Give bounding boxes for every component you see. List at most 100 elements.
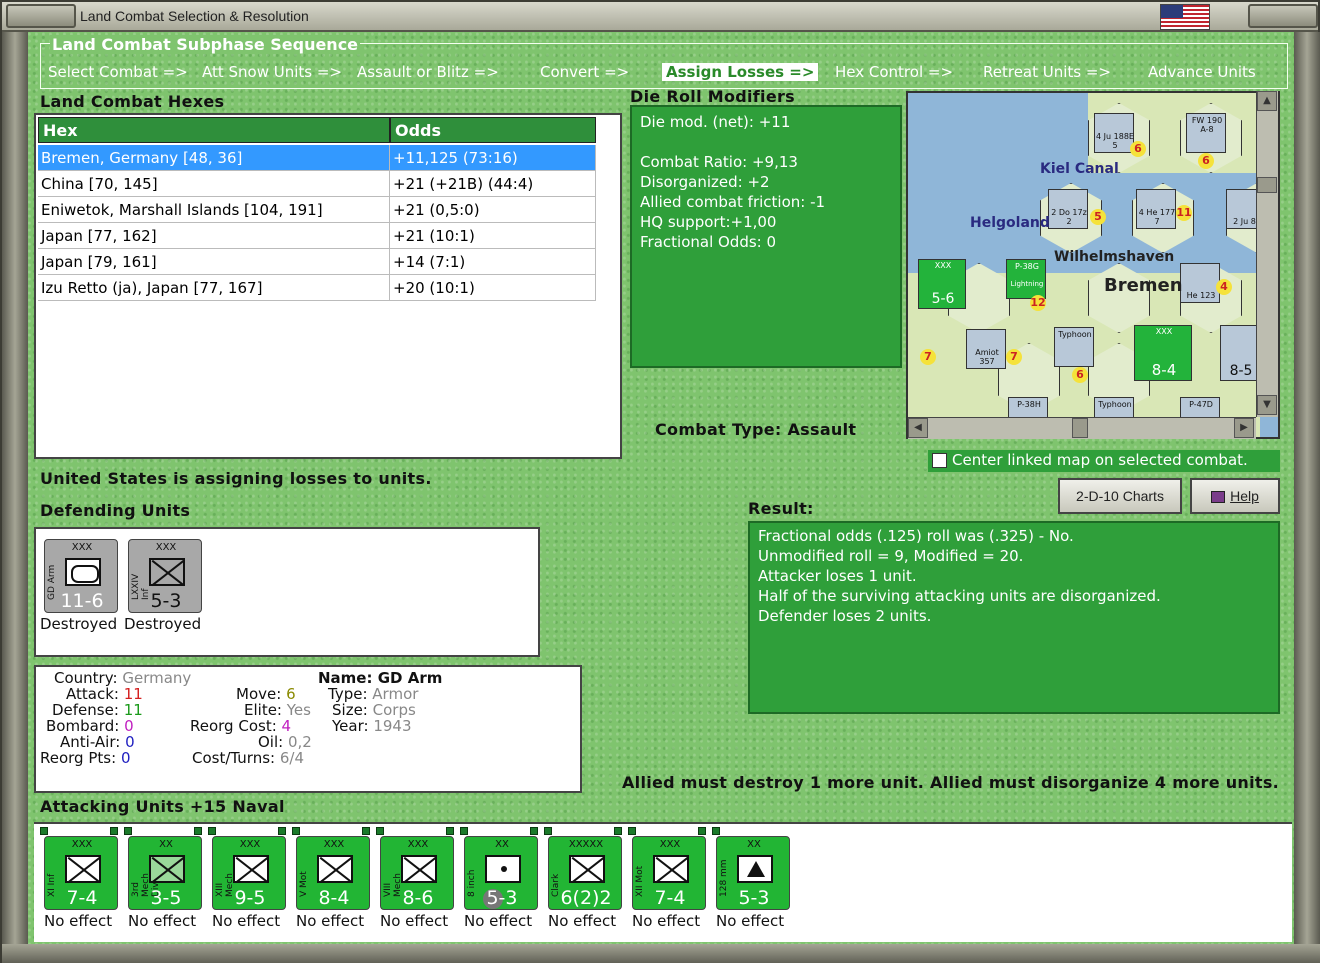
- hex-cell: Japan [79, 161]: [38, 249, 390, 275]
- defending-units-title: Defending Units: [40, 501, 191, 520]
- map-marker: 6: [1130, 141, 1146, 157]
- odds-cell: +21 (+21B) (44:4): [390, 171, 596, 197]
- unit-pin: [110, 827, 118, 835]
- attacking-unit-128-mm[interactable]: XX 128 mm 5-3: [716, 836, 790, 910]
- system-menu-button[interactable]: [6, 4, 76, 28]
- linked-map[interactable]: 4 Ju 188E 5 FW 190 A-8 2 Do 17z 2 4 He 1…: [906, 91, 1280, 439]
- scroll-thumb[interactable]: [1072, 418, 1088, 438]
- subphase-sequence-title: Land Combat Subphase Sequence: [50, 35, 361, 54]
- map-unit-label: 2 Do 17z 2: [1051, 208, 1087, 226]
- seq-att-snow-units[interactable]: Att Snow Units =>: [202, 63, 342, 81]
- unit-size: XXX: [71, 839, 93, 850]
- unit-pin: [40, 827, 48, 835]
- table-row[interactable]: Bremen, Germany [48, 36] +11,125 (73:16): [38, 145, 596, 171]
- hq-icon: [569, 855, 605, 883]
- column-header-odds[interactable]: Odds: [390, 117, 596, 143]
- map-horizontal-scrollbar[interactable]: ◀ ▶: [908, 417, 1256, 439]
- defending-unit-lxxiv-inf[interactable]: XXX LXXIV Inf 5-3: [128, 539, 202, 613]
- map-unit-amiot[interactable]: Amiot 357: [966, 329, 1006, 369]
- seq-select-combat[interactable]: Select Combat =>: [48, 63, 188, 81]
- map-unit-label: P-47D: [1189, 400, 1213, 409]
- reorg-pts-row: Reorg Pts: 0: [40, 749, 130, 767]
- center-map-label: Center linked map on selected combat.: [952, 451, 1248, 469]
- hex-cell: China [70, 145]: [38, 171, 390, 197]
- map-unit-label: XXX: [934, 261, 952, 270]
- unit-size: XXX: [659, 839, 681, 850]
- seq-convert[interactable]: Convert =>: [540, 63, 629, 81]
- center-map-checkbox[interactable]: [932, 453, 947, 468]
- scroll-left-button[interactable]: ◀: [908, 418, 928, 438]
- scroll-up-button[interactable]: ▲: [1257, 91, 1277, 111]
- map-marker: 7: [1006, 349, 1022, 365]
- hq-support: HQ support:+1,00: [640, 213, 777, 231]
- scroll-down-button[interactable]: ▼: [1257, 395, 1277, 415]
- attacking-unit-8-inch[interactable]: XX 8 inch 5-3: [464, 836, 538, 910]
- year-value: 1943: [373, 717, 412, 735]
- map-unit-fw190[interactable]: FW 190 A-8: [1186, 113, 1226, 153]
- frame-left: [2, 32, 28, 963]
- reorg-pts-value: 0: [120, 749, 131, 767]
- artillery-icon: [485, 855, 521, 883]
- unit-status: Destroyed: [40, 615, 118, 633]
- seq-retreat-units[interactable]: Retreat Units =>: [983, 63, 1111, 81]
- help-button[interactable]: Help: [1190, 478, 1280, 514]
- seq-assault-or-blitz[interactable]: Assault or Blitz =>: [357, 63, 499, 81]
- attacking-unit-viii-mech[interactable]: XXX VIII Mech 8-6: [380, 836, 454, 910]
- center-map-option[interactable]: Center linked map on selected combat.: [928, 450, 1280, 472]
- year-row: Year: 1943: [332, 717, 412, 735]
- attacking-unit-xiii-mech[interactable]: XXX XIII Mech 9-5: [212, 836, 286, 910]
- map-unit-label: P-38G: [1015, 262, 1039, 271]
- map-unit-he177[interactable]: 4 He 177 7: [1136, 189, 1176, 229]
- map-unit-ju188[interactable]: 4 Ju 188E 5: [1094, 113, 1134, 153]
- map-town-kiel-canal: Kiel Canal: [1040, 161, 1119, 177]
- attacking-unit-3rd-mech-div[interactable]: XX 3rd Mech Div 3-5: [128, 836, 202, 910]
- scroll-right-button[interactable]: ▶: [1234, 418, 1254, 438]
- table-row[interactable]: Japan [79, 161] +14 (7:1): [38, 249, 596, 275]
- unit-pin: [292, 827, 300, 835]
- unit-status: No effect: [128, 912, 197, 930]
- unit-size: XXX: [407, 839, 429, 850]
- map-unit-i-mech[interactable]: 8-5: [1220, 325, 1260, 381]
- defending-unit-gd-arm[interactable]: XXX GD Arm 11-6: [44, 539, 118, 613]
- map-unit-do17[interactable]: 2 Do 17z 2: [1048, 189, 1088, 229]
- table-row[interactable]: China [70, 145] +21 (+21B) (44:4): [38, 171, 596, 197]
- land-combat-hexes-table[interactable]: Hex Odds Bremen, Germany [48, 36] +11,12…: [34, 113, 622, 459]
- seq-advance-units[interactable]: Advance Units: [1148, 63, 1256, 81]
- hex-cell: Japan [77, 162]: [38, 223, 390, 249]
- unit-pin: [530, 827, 538, 835]
- map-unit-label: FW 190 A-8: [1191, 116, 1223, 134]
- column-header-hex[interactable]: Hex: [38, 117, 390, 143]
- unit-size: XX: [747, 839, 761, 850]
- attacking-unit-xi-inf[interactable]: XXX XI Inf 7-4: [44, 836, 118, 910]
- seq-assign-losses[interactable]: Assign Losses =>: [662, 63, 819, 81]
- table-row[interactable]: Izu Retto (ja), Japan [77, 167] +20 (10:…: [38, 275, 596, 301]
- map-marker: 12: [1030, 295, 1046, 311]
- scroll-thumb[interactable]: [1257, 177, 1277, 193]
- table-row[interactable]: Japan [77, 162] +21 (10:1): [38, 223, 596, 249]
- mech-icon: [149, 855, 185, 883]
- table-row[interactable]: Eniwetok, Marshall Islands [104, 191] +2…: [38, 197, 596, 223]
- unit-pin: [446, 827, 454, 835]
- attacking-unit-v-mot[interactable]: XXX V Mot 8-4: [296, 836, 370, 910]
- motorized-icon: [653, 855, 689, 883]
- attacking-unit-xii-mot[interactable]: XXX XII Mot 7-4: [632, 836, 706, 910]
- charts-button[interactable]: 2-D-10 Charts: [1058, 478, 1182, 514]
- unit-pin: [278, 827, 286, 835]
- map-unit-typhoon[interactable]: Typhoon: [1054, 327, 1094, 367]
- cost-turns-row: Cost/Turns: 6/4: [192, 749, 304, 767]
- unit-value: 5-3: [486, 887, 518, 909]
- unit-status: Destroyed: [124, 615, 202, 633]
- seq-hex-control[interactable]: Hex Control =>: [835, 63, 953, 81]
- unit-status: No effect: [44, 912, 113, 930]
- map-unit-he123[interactable]: He 123: [1180, 263, 1220, 303]
- unit-value: 6(2)2: [560, 887, 612, 909]
- map-vertical-scrollbar[interactable]: ▲ ▼: [1256, 91, 1278, 417]
- map-unit-v-mot[interactable]: XXX 8-4: [1134, 325, 1192, 381]
- map-unit-p38g[interactable]: P-38G Lightning: [1006, 259, 1046, 299]
- map-marker: 5: [1090, 209, 1106, 225]
- map-unit-xxvi-mech[interactable]: XXX 5-6: [918, 259, 966, 309]
- attacking-unit-clark[interactable]: XXXXX Clark 6(2)2: [548, 836, 622, 910]
- odds-cell: +21 (10:1): [390, 223, 596, 249]
- close-button[interactable]: [1248, 4, 1318, 28]
- unit-pin: [460, 827, 468, 835]
